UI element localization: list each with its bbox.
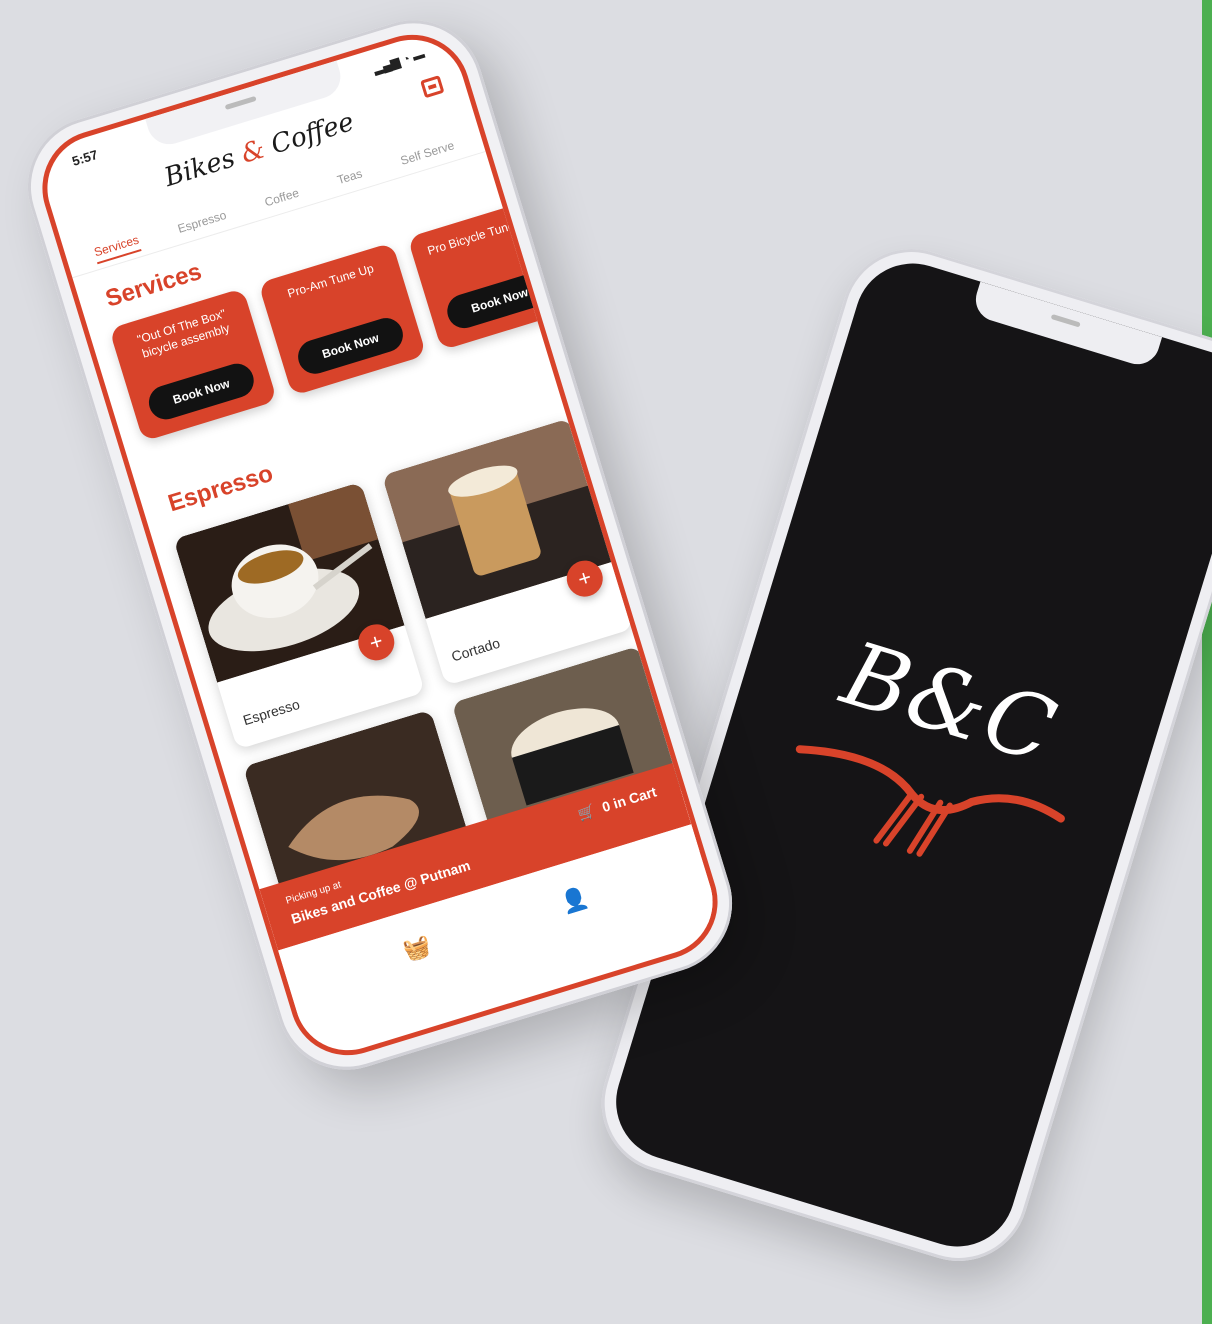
handlebar-icon — [795, 745, 1065, 857]
app-phone: 5:57 ▂▄▆ ◔ ▬ Bikes & Coffee Services Esp… — [10, 2, 750, 1088]
logo-part2: Coffee — [259, 106, 358, 163]
bc-logo: B&C — [751, 609, 1108, 926]
book-now-button[interactable]: Book Now — [293, 313, 408, 378]
service-card[interactable]: Pro-Am Tune Up Book Now — [258, 242, 427, 397]
profile-icon[interactable]: 👤 — [558, 884, 592, 917]
service-card[interactable]: "Out Of The Box" bicycle assembly Book N… — [108, 287, 278, 442]
service-title: Pro Bicycle Tune Up — [425, 212, 534, 258]
service-title: Pro-Am Tune Up — [285, 261, 376, 301]
cart-icon: 🛒 — [575, 802, 598, 823]
product-card[interactable]: Espresso + — [173, 481, 426, 750]
app-screen: 5:57 ▂▄▆ ◔ ▬ Bikes & Coffee Services Esp… — [28, 20, 732, 1070]
product-name: Espresso — [241, 695, 302, 729]
service-card[interactable]: Pro Bicycle Tune Up Book Now — [407, 196, 576, 351]
splash-screen: B&C — [601, 249, 1212, 1261]
service-title: "Out Of The Box" bicycle assembly — [135, 306, 232, 361]
tab-espresso[interactable]: Espresso — [176, 208, 228, 236]
tab-coffee[interactable]: Coffee — [263, 186, 301, 210]
logo-part1: Bikes — [160, 140, 247, 194]
espresso-heading: Espresso — [164, 459, 277, 518]
product-card[interactable]: Cortado + — [381, 418, 634, 686]
basket-icon[interactable]: 🧺 — [400, 932, 434, 965]
book-now-button[interactable]: Book Now — [443, 268, 557, 333]
phone-notch — [970, 281, 1163, 370]
tab-teas[interactable]: Teas — [336, 166, 364, 187]
cart-count-text: 0 in Cart — [600, 783, 659, 816]
tab-self-serve[interactable]: Self Serve — [399, 138, 456, 168]
product-name: Cortado — [449, 634, 502, 665]
status-time: 5:57 — [70, 146, 100, 169]
book-now-button[interactable]: Book Now — [144, 359, 258, 424]
status-icons: ▂▄▆ ◔ ▬ — [371, 46, 427, 76]
tab-services[interactable]: Services — [92, 232, 142, 264]
cart-button[interactable]: 🛒 0 in Cart — [576, 783, 659, 823]
green-edge-strip — [1202, 0, 1212, 1324]
